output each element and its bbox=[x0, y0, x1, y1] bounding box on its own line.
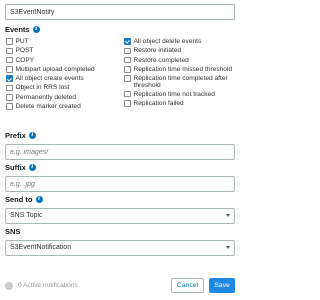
event-replication-not-tracked[interactable]: Replication time not tracked bbox=[124, 91, 239, 100]
chevron-down-icon bbox=[226, 246, 230, 249]
footer: 0 Active notifications Cancel Save bbox=[0, 274, 243, 300]
sns-label: SNS bbox=[5, 227, 20, 236]
send-to-select[interactable]: SNS Topic bbox=[5, 208, 235, 224]
event-all-object-create[interactable]: All object create events bbox=[6, 75, 118, 84]
checkbox-checked[interactable] bbox=[6, 75, 13, 82]
checkbox[interactable] bbox=[124, 90, 131, 98]
checkbox[interactable] bbox=[6, 56, 13, 64]
checkbox[interactable] bbox=[124, 56, 131, 64]
event-object-in-rrs-lost[interactable]: Object in RRS lost bbox=[6, 84, 118, 93]
checkbox[interactable] bbox=[6, 84, 13, 92]
sns-select[interactable]: S3EventNotification bbox=[5, 240, 235, 256]
event-restore-initiated[interactable]: Restore initiated bbox=[124, 47, 239, 56]
send-to-value: SNS Topic bbox=[10, 212, 43, 219]
chevron-down-icon bbox=[226, 214, 230, 217]
suffix-label-text: Suffix bbox=[5, 163, 26, 172]
event-permanently-deleted[interactable]: Permanently deleted bbox=[6, 94, 118, 103]
event-replication-completed-after-threshold[interactable]: Replication time completed after thresho… bbox=[124, 75, 239, 91]
event-post[interactable]: POST bbox=[6, 47, 118, 56]
prefix-label: Prefix i bbox=[5, 131, 36, 140]
info-icon[interactable]: i bbox=[28, 132, 36, 139]
info-icon[interactable]: i bbox=[32, 26, 40, 33]
suffix-input[interactable] bbox=[5, 176, 235, 192]
checkbox[interactable] bbox=[124, 66, 131, 73]
checkbox[interactable] bbox=[6, 94, 13, 101]
event-delete-marker-created[interactable]: Delete marker created bbox=[6, 103, 118, 112]
events-label-text: Events bbox=[5, 25, 30, 34]
send-to-label: Send to i bbox=[5, 195, 43, 204]
send-to-label-text: Send to bbox=[5, 195, 33, 204]
event-replication-failed[interactable]: Replication failed bbox=[124, 100, 239, 109]
sns-value: S3EventNotification bbox=[10, 244, 72, 251]
event-replication-missed-threshold[interactable]: Replication time missed threshold bbox=[124, 66, 239, 75]
info-icon[interactable]: i bbox=[28, 164, 36, 171]
prefix-label-text: Prefix bbox=[5, 131, 26, 140]
active-notifications-count: 0 Active notifications bbox=[18, 282, 78, 289]
prefix-input[interactable] bbox=[5, 144, 235, 160]
name-input[interactable] bbox=[5, 4, 235, 20]
events-left-column: PUT POST COPY Multipart upload completed… bbox=[6, 38, 118, 112]
checkbox[interactable] bbox=[124, 75, 131, 82]
cancel-button[interactable]: Cancel bbox=[171, 278, 204, 293]
event-copy[interactable]: COPY bbox=[6, 57, 118, 66]
checkbox[interactable] bbox=[6, 103, 13, 110]
checkbox[interactable] bbox=[124, 47, 131, 55]
checkbox[interactable] bbox=[124, 100, 131, 107]
checkbox-checked[interactable] bbox=[124, 38, 131, 45]
sns-label-text: SNS bbox=[5, 227, 21, 236]
info-icon[interactable]: i bbox=[35, 196, 43, 203]
checkbox[interactable] bbox=[6, 47, 13, 55]
events-right-column: All object delete events Restore initiat… bbox=[124, 38, 239, 109]
event-all-object-delete[interactable]: All object delete events bbox=[124, 38, 239, 47]
checkbox[interactable] bbox=[6, 66, 13, 73]
status-dot-icon bbox=[5, 282, 13, 290]
event-multipart-upload-completed[interactable]: Multipart upload completed bbox=[6, 66, 118, 75]
save-button[interactable]: Save bbox=[209, 278, 235, 293]
checkbox[interactable] bbox=[6, 38, 13, 45]
events-label: Events i bbox=[5, 25, 40, 34]
event-restore-completed[interactable]: Restore completed bbox=[124, 57, 239, 66]
suffix-label: Suffix i bbox=[5, 163, 36, 172]
event-put[interactable]: PUT bbox=[6, 38, 118, 47]
